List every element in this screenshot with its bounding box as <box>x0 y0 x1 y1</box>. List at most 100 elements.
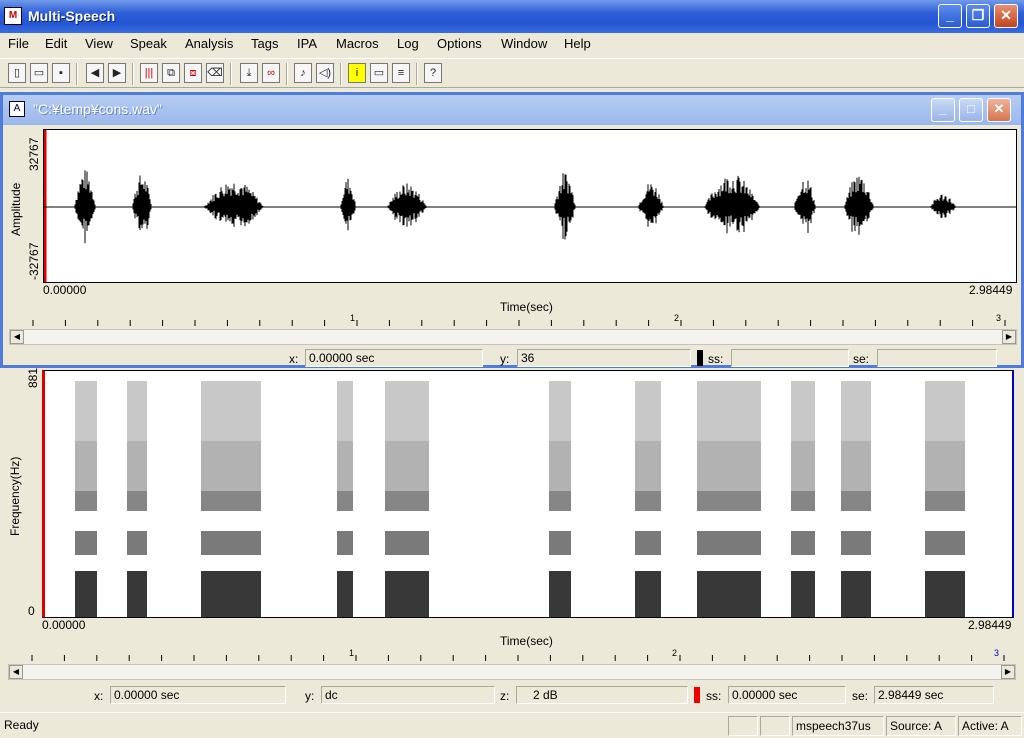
wave-scrollbar[interactable]: ◀ ▶ <box>9 329 1017 345</box>
menu-help[interactable]: Help <box>564 36 591 51</box>
open-folder-icon[interactable]: ▭ <box>30 63 48 83</box>
spec-ss-field: 0.00000 sec <box>728 686 846 704</box>
scroll-left-icon[interactable]: ◀ <box>10 330 24 344</box>
menu-log[interactable]: Log <box>397 36 419 51</box>
spectrogram-band <box>635 381 661 441</box>
wave-x-field: 0.00000 sec <box>305 349 483 367</box>
status-pane-empty <box>728 716 758 736</box>
spectrogram-band <box>127 491 147 511</box>
spectrogram-band <box>697 491 761 511</box>
copy-window-icon[interactable]: ⧉ <box>162 63 180 83</box>
scroll-right-icon[interactable]: ▶ <box>1002 330 1016 344</box>
spec-scrollbar[interactable]: ◀ ▶ <box>8 664 1016 680</box>
status-bar: Ready mspeech37us Source: A Active: A <box>0 712 1024 738</box>
child-minimize-button[interactable]: _ <box>931 98 955 122</box>
link-icon[interactable]: ∞ <box>262 63 280 83</box>
minimize-button[interactable]: _ <box>938 4 962 28</box>
scroll-right-icon[interactable]: ▶ <box>1001 665 1015 679</box>
spectrogram-band <box>201 441 261 491</box>
wave-time-ruler[interactable]: 1 2 3 <box>27 313 1017 327</box>
toolbar-separator <box>340 63 342 85</box>
spectrogram-band <box>841 571 871 617</box>
wave-ss-field <box>731 349 849 367</box>
spec-x-label: x: <box>94 689 104 703</box>
status-program: mspeech37us <box>792 716 884 736</box>
wave-xlabel: Time(sec) <box>500 300 553 314</box>
spec-time-ruler[interactable]: 1 2 3 <box>26 648 1014 662</box>
app-icon[interactable]: M <box>4 7 22 25</box>
child-close-button[interactable]: ✕ <box>987 98 1011 122</box>
scroll-left-icon[interactable]: ◀ <box>9 665 23 679</box>
ruler-label-3: 3 <box>994 648 1000 658</box>
menu-window[interactable]: Window <box>501 36 547 51</box>
wave-y-field: 36 <box>517 349 691 367</box>
delete-window-icon[interactable]: ⧈ <box>184 63 202 83</box>
spectrogram-band <box>841 441 871 491</box>
spec-ss-label: ss: <box>706 689 722 703</box>
toolbar-separator <box>230 63 232 85</box>
toolbar-separator <box>132 63 134 85</box>
menu-analysis[interactable]: Analysis <box>185 36 233 51</box>
menu-tags[interactable]: Tags <box>251 36 278 51</box>
wave-y-label: y: <box>500 352 510 366</box>
save-icon[interactable]: ▪ <box>52 63 70 83</box>
spec-y-field: dc <box>321 686 495 704</box>
ruler-ticks <box>32 320 1006 326</box>
child-maximize-button[interactable]: □ <box>959 98 983 122</box>
menu-edit[interactable]: Edit <box>45 36 67 51</box>
spectrogram-band <box>925 381 965 441</box>
help-icon[interactable]: ? <box>424 63 442 83</box>
menu-view[interactable]: View <box>85 36 113 51</box>
menu-options[interactable]: Options <box>437 36 482 51</box>
microphone-icon[interactable]: ♪ <box>294 63 312 83</box>
spectrogram-band <box>697 441 761 491</box>
spectrogram-band <box>337 441 353 491</box>
arrow-right-icon[interactable]: ▶ <box>108 63 126 83</box>
eraser-icon[interactable]: ⌫ <box>206 63 224 83</box>
bars-icon[interactable]: ||| <box>140 63 158 83</box>
close-button[interactable]: ✕ <box>994 4 1018 28</box>
waveform-burst <box>387 183 427 227</box>
ruler-label-2: 2 <box>672 648 678 658</box>
status-pane-empty <box>760 716 790 736</box>
spectrogram-band <box>127 531 147 555</box>
wave-ylabel: Amplitude <box>9 182 23 236</box>
download-icon[interactable]: ⤓ <box>240 63 258 83</box>
menu-macros[interactable]: Macros <box>336 36 379 51</box>
status-source: Source: A <box>886 716 956 736</box>
restore-button[interactable]: ❐ <box>966 4 990 28</box>
spectrogram-band <box>75 441 97 491</box>
list-icon[interactable]: ≡ <box>392 63 410 83</box>
spec-z-field: 2 dB <box>516 686 688 704</box>
info-icon[interactable]: i <box>348 63 366 83</box>
spectrogram-band <box>549 531 571 555</box>
toolbar-separator <box>286 63 288 85</box>
waveform-burst <box>340 178 356 231</box>
menu-ipa[interactable]: IPA <box>297 36 317 51</box>
waveform-plot[interactable] <box>43 129 1017 283</box>
spectrogram-band <box>791 381 815 441</box>
spec-se-field: 2.98449 sec <box>874 686 994 704</box>
app-title-bar[interactable]: M Multi-Speech _ ❐ ✕ <box>0 0 1024 33</box>
menu-file[interactable]: File <box>8 36 29 51</box>
spectrogram-band <box>75 531 97 555</box>
spectrogram-band <box>549 571 571 617</box>
ss-color-marker <box>697 350 703 366</box>
child-title-bar[interactable]: A "C:¥temp¥cons.wav" _ □ ✕ <box>3 95 1021 125</box>
document-icon[interactable]: A <box>9 101 25 117</box>
spectrogram-band <box>635 491 661 511</box>
child-title: "C:¥temp¥cons.wav" <box>33 101 162 117</box>
waveform-burst <box>794 180 816 233</box>
waveform-window: A "C:¥temp¥cons.wav" _ □ ✕ Amplitude 327… <box>0 92 1024 368</box>
toolbar: ▯ ▭ ▪ ◀ ▶ ||| ⧉ ⧈ ⌫ ⤓ ∞ ♪ ◁) i ▭ ≡ ? <box>0 58 1024 88</box>
spectrogram-band <box>201 531 261 555</box>
spectrogram-band <box>925 571 965 617</box>
menu-speak[interactable]: Speak <box>130 36 167 51</box>
wave-x-label: x: <box>289 352 299 366</box>
waveform-svg <box>43 130 1016 282</box>
speaker-icon[interactable]: ◁) <box>316 63 334 83</box>
spectrogram-plot[interactable] <box>42 370 1014 618</box>
window-icon[interactable]: ▭ <box>370 63 388 83</box>
new-file-icon[interactable]: ▯ <box>8 63 26 83</box>
arrow-left-icon[interactable]: ◀ <box>86 63 104 83</box>
